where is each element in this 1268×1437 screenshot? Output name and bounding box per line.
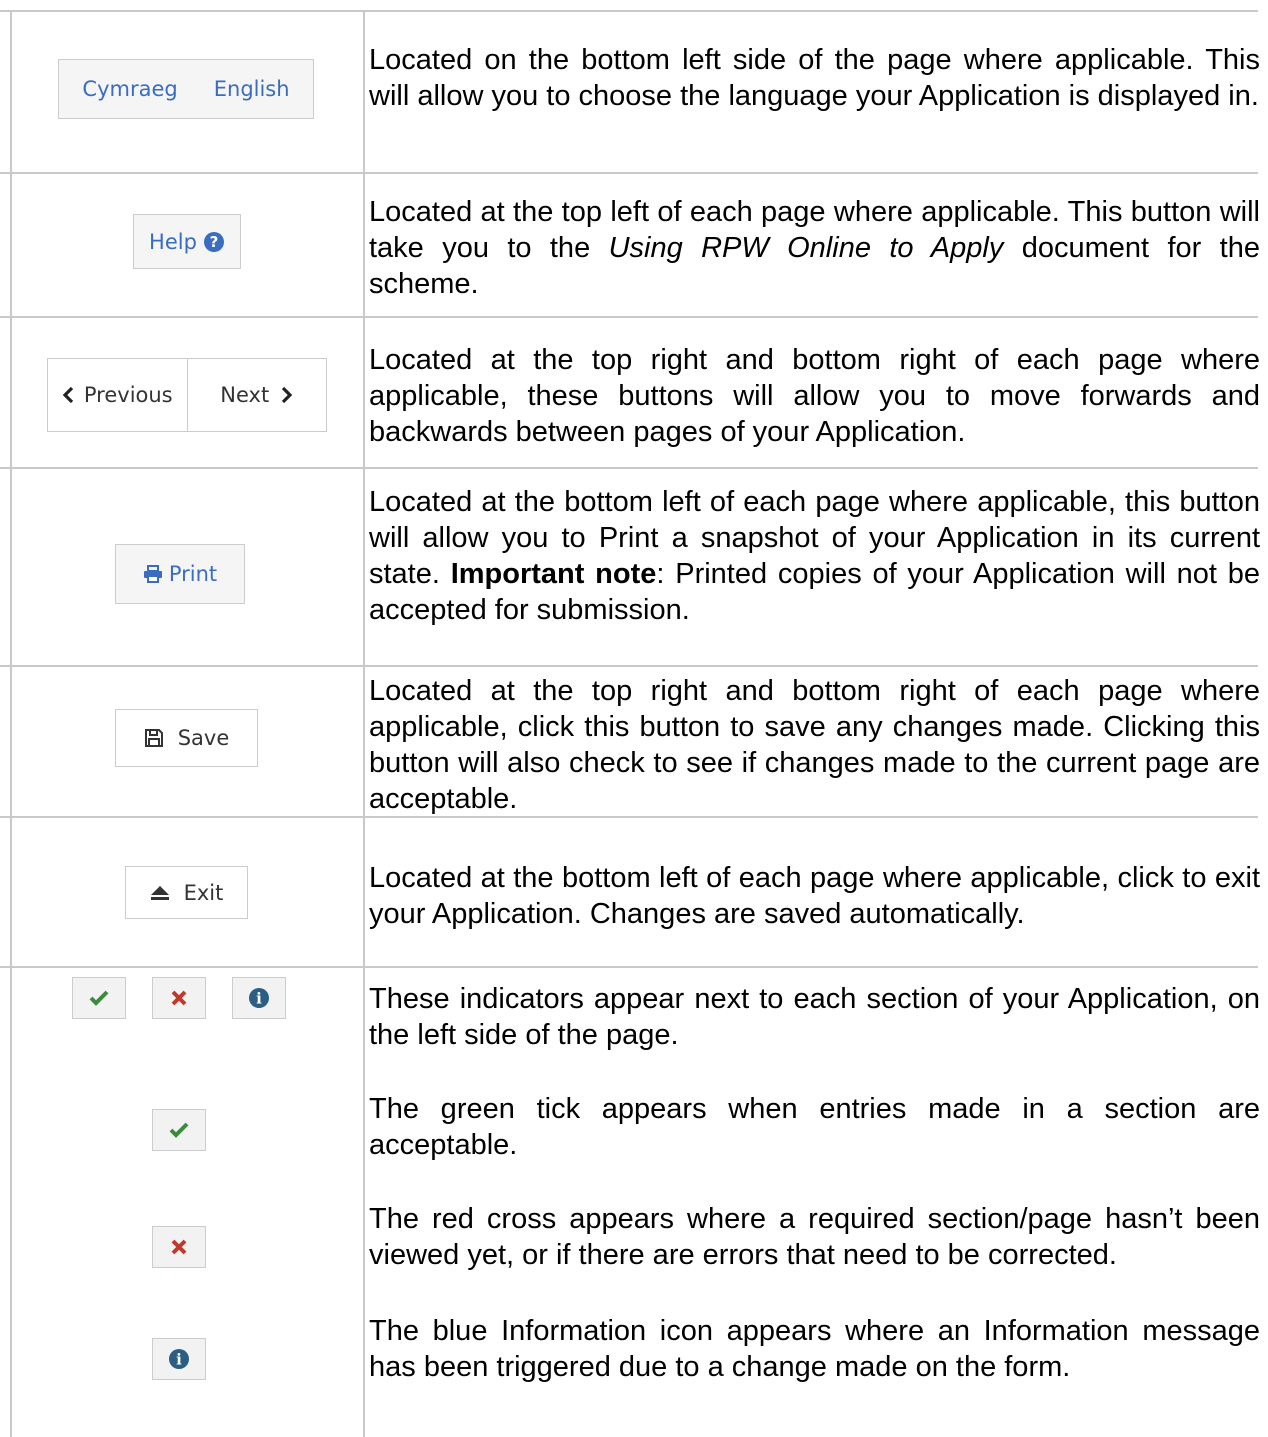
exit-label: Exit bbox=[183, 880, 224, 905]
svg-text:?: ? bbox=[210, 233, 219, 251]
help-label: Help bbox=[149, 229, 197, 254]
table-left-border bbox=[10, 10, 12, 1437]
language-toggle: Cymraeg English bbox=[58, 59, 314, 119]
indicator-info-example: i bbox=[152, 1338, 206, 1380]
indicator-cross-example bbox=[152, 1226, 206, 1268]
save-label: Save bbox=[177, 726, 230, 750]
cross-icon bbox=[171, 990, 187, 1006]
table-row-border bbox=[0, 665, 1258, 667]
pagination-group: Previous Next bbox=[47, 358, 327, 432]
chevron-left-icon bbox=[62, 386, 74, 404]
save-icon bbox=[144, 728, 164, 748]
svg-text:i: i bbox=[176, 1351, 182, 1369]
print-icon bbox=[143, 565, 163, 583]
print-label: Print bbox=[168, 562, 218, 586]
save-description: Located at the top right and bottom righ… bbox=[369, 675, 1260, 815]
info-icon: i bbox=[248, 987, 270, 1009]
svg-text:i: i bbox=[256, 990, 262, 1008]
exit-button[interactable]: Exit bbox=[125, 866, 248, 919]
previous-button[interactable]: Previous bbox=[48, 359, 187, 431]
help-doc-title: Using RPW Online to Apply bbox=[608, 232, 1004, 264]
table-row-border bbox=[0, 316, 1258, 318]
language-option-cymraeg[interactable]: Cymraeg bbox=[64, 77, 195, 101]
indicator-cross bbox=[152, 977, 206, 1019]
table-row-border bbox=[0, 966, 1258, 968]
next-button[interactable]: Next bbox=[186, 359, 327, 431]
help-button[interactable]: Help ? bbox=[133, 214, 241, 269]
table-column-divider bbox=[363, 10, 365, 1437]
exit-description: Located at the bottom left of each page … bbox=[369, 862, 1260, 930]
info-description: The blue Information icon appears where … bbox=[369, 1315, 1260, 1383]
cross-icon bbox=[171, 1239, 187, 1255]
next-label: Next bbox=[220, 383, 270, 407]
table-row-border bbox=[0, 172, 1258, 174]
indicator-tick-example bbox=[152, 1109, 206, 1151]
info-icon: i bbox=[168, 1348, 190, 1370]
help-description: Located at the top left of each page whe… bbox=[369, 194, 1260, 302]
print-button[interactable]: Print bbox=[115, 544, 245, 604]
check-icon bbox=[89, 990, 109, 1006]
save-button[interactable]: Save bbox=[115, 709, 258, 767]
language-option-english[interactable]: English bbox=[196, 77, 308, 101]
table-row-border bbox=[0, 10, 1258, 12]
indicators-intro: These indicators appear next to each sec… bbox=[369, 983, 1260, 1051]
chevron-right-icon bbox=[281, 386, 293, 404]
print-description: Located at the bottom left of each page … bbox=[369, 484, 1260, 628]
help-question-icon: ? bbox=[203, 231, 225, 253]
table-row-border bbox=[0, 467, 1258, 469]
eject-icon bbox=[150, 885, 170, 901]
prevnext-description: Located at the top right and bottom righ… bbox=[369, 344, 1260, 448]
print-important-note: Important note bbox=[450, 558, 657, 590]
language-description: Located on the bottom left side of the p… bbox=[369, 44, 1260, 112]
check-icon bbox=[169, 1122, 189, 1138]
tick-description: The green tick appears when entries made… bbox=[369, 1093, 1260, 1161]
indicator-tick bbox=[72, 977, 126, 1019]
previous-label: Previous bbox=[83, 383, 173, 407]
cross-description: The red cross appears where a required s… bbox=[369, 1203, 1260, 1271]
indicator-info: i bbox=[232, 977, 286, 1019]
